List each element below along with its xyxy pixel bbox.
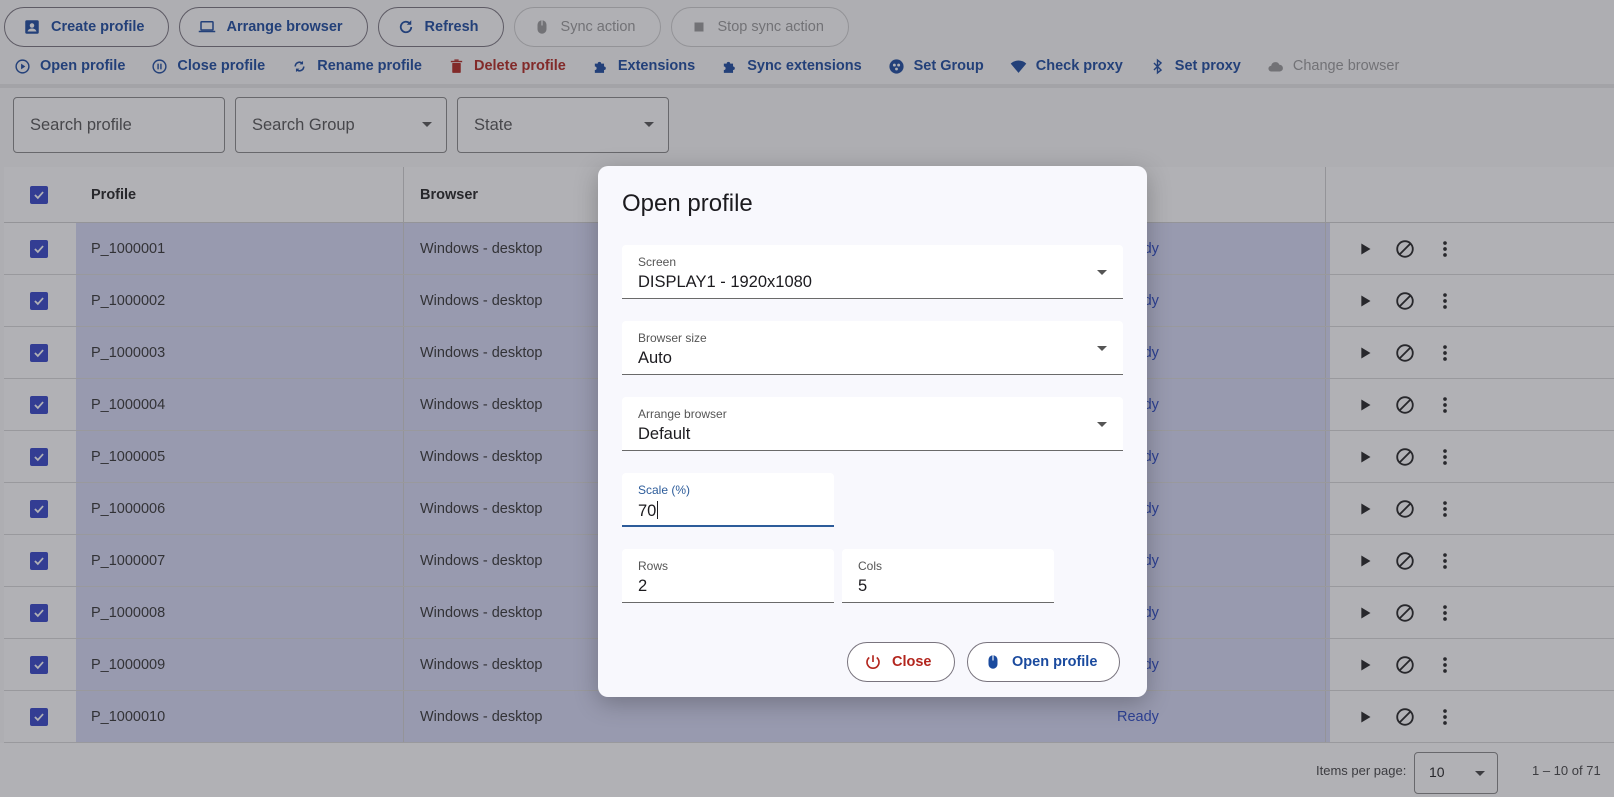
arrange-browser-label: Arrange browser xyxy=(638,407,727,421)
screen-value: DISPLAY1 - 1920x1080 xyxy=(638,273,812,291)
close-button[interactable]: Close xyxy=(847,642,955,682)
chevron-down-icon xyxy=(1097,422,1107,427)
arrange-browser-value: Default xyxy=(638,425,691,443)
browser-size-select[interactable]: Browser size Auto xyxy=(622,321,1123,375)
chevron-down-icon xyxy=(1097,270,1107,275)
scale-value: 70 xyxy=(638,502,657,520)
scale-input[interactable]: Scale (%) 70 xyxy=(622,473,834,527)
browser-size-value: Auto xyxy=(638,349,672,367)
browser-size-label: Browser size xyxy=(638,331,707,345)
rows-value: 2 xyxy=(638,577,648,595)
cols-input[interactable]: Cols 5 xyxy=(842,549,1054,603)
chevron-down-icon xyxy=(1097,346,1107,351)
mouse-icon xyxy=(988,655,998,669)
scale-value-wrap: 70 xyxy=(638,501,659,521)
text-caret xyxy=(657,501,659,519)
arrange-browser-select[interactable]: Arrange browser Default xyxy=(622,397,1123,451)
open-profile-dialog: Open profile Screen DISPLAY1 - 1920x1080… xyxy=(598,166,1147,697)
screen-label: Screen xyxy=(638,255,677,269)
power-icon xyxy=(866,655,880,669)
cols-label: Cols xyxy=(858,559,883,573)
close-button-label: Close xyxy=(892,654,932,670)
screen-select[interactable]: Screen DISPLAY1 - 1920x1080 xyxy=(622,245,1123,299)
cols-value: 5 xyxy=(858,577,868,595)
open-profile-button[interactable]: Open profile xyxy=(967,642,1121,682)
open-profile-button-label: Open profile xyxy=(1012,654,1098,670)
rows-label: Rows xyxy=(638,559,669,573)
dialog-title: Open profile xyxy=(622,190,753,217)
rows-input[interactable]: Rows 2 xyxy=(622,549,834,603)
scale-label: Scale (%) xyxy=(638,483,691,497)
